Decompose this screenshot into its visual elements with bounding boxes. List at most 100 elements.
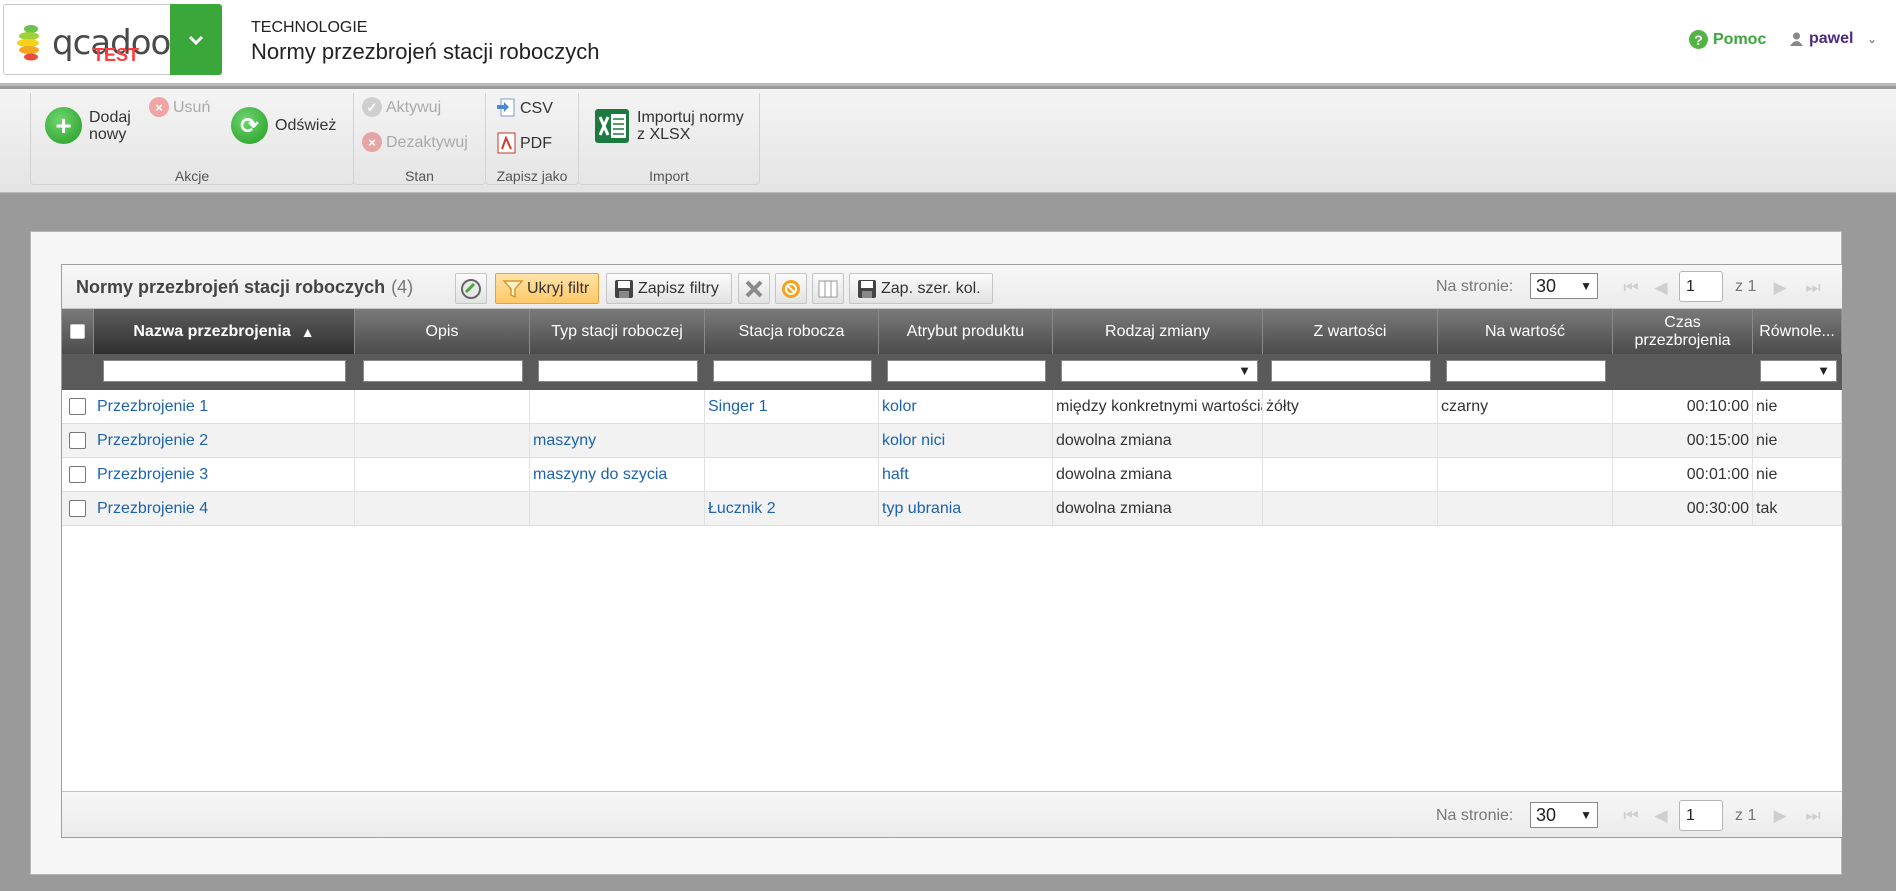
activate-button[interactable]: ✓ Aktywuj bbox=[362, 97, 441, 117]
col-header-description[interactable]: Opis bbox=[355, 309, 530, 354]
row-checkbox[interactable] bbox=[69, 500, 86, 517]
grid-footer: Na stronie: 30 ▼ ⏮ ◀ 1 z 1 ▶ ⏭ bbox=[62, 791, 1842, 837]
col-header-product-attribute[interactable]: Atrybut produktu bbox=[879, 309, 1053, 354]
filter-name-input[interactable] bbox=[103, 360, 346, 382]
grid-header-row: Nazwa przezbrojenia ▲ Opis Typ stacji ro… bbox=[62, 309, 1842, 354]
cell-name[interactable]: Przezbrojenie 2 bbox=[94, 424, 355, 458]
ribbon-group-label-actions: Akcje bbox=[174, 168, 210, 184]
filter-workstation-type-input[interactable] bbox=[538, 360, 698, 382]
cell-product-attribute[interactable]: kolor nici bbox=[879, 424, 1053, 458]
user-menu[interactable]: pawel ⌄ bbox=[1790, 30, 1877, 48]
eye-check-icon bbox=[461, 278, 481, 299]
save-column-width-button[interactable]: Zap. szer. kol. bbox=[849, 273, 993, 304]
table-row[interactable]: Przezbrojenie 4 Łucznik 2 typ ubrania do… bbox=[62, 492, 1842, 526]
main-menu-toggle[interactable] bbox=[170, 4, 222, 75]
last-page-icon[interactable]: ⏭ bbox=[1802, 277, 1824, 299]
last-page-icon[interactable]: ⏭ bbox=[1802, 805, 1824, 827]
cell-workstation[interactable]: Łucznik 2 bbox=[705, 492, 879, 526]
filter-change-type-select[interactable]: ▼ bbox=[1061, 360, 1258, 382]
prev-page-icon[interactable]: ◀ bbox=[1650, 805, 1672, 827]
cell-workstation-type[interactable]: maszyny do szycia bbox=[530, 458, 705, 492]
grid-title: Normy przezbrojeń stacji roboczych (4) bbox=[76, 277, 413, 298]
cell-change-type: dowolna zmiana bbox=[1053, 424, 1263, 458]
page-number-input[interactable]: 1 bbox=[1679, 271, 1723, 302]
first-page-icon[interactable]: ⏮ bbox=[1620, 277, 1642, 299]
col-header-name[interactable]: Nazwa przezbrojenia ▲ bbox=[94, 309, 355, 354]
cell-product-attribute[interactable]: kolor bbox=[879, 390, 1053, 424]
next-page-icon[interactable]: ▶ bbox=[1769, 277, 1791, 299]
next-page-icon[interactable]: ▶ bbox=[1769, 805, 1791, 827]
reset-button[interactable] bbox=[775, 273, 807, 304]
app-logo[interactable]: qcadoo TEST bbox=[3, 4, 171, 75]
col-header-workstation[interactable]: Stacja robocza bbox=[705, 309, 879, 354]
page-title: Normy przezbrojeń stacji roboczych bbox=[251, 39, 600, 64]
col-header-to-value[interactable]: Na wartość bbox=[1438, 309, 1613, 354]
pdf-file-icon bbox=[497, 132, 516, 154]
cell-name[interactable]: Przezbrojenie 4 bbox=[94, 492, 355, 526]
hide-filter-button[interactable]: Ukryj filtr bbox=[495, 273, 599, 304]
toggle-active-button[interactable] bbox=[455, 273, 487, 304]
cell-changeover-time: 00:10:00 bbox=[1613, 390, 1753, 424]
user-name: pawel bbox=[1809, 30, 1854, 47]
cell-to-value bbox=[1438, 458, 1613, 492]
table-row[interactable]: Przezbrojenie 3 maszyny do szycia haft d… bbox=[62, 458, 1842, 492]
export-csv-button[interactable]: CSV bbox=[496, 97, 553, 119]
per-page-select[interactable]: 30 ▼ bbox=[1530, 273, 1598, 299]
cell-workstation[interactable]: Singer 1 bbox=[705, 390, 879, 424]
delete-button[interactable]: × Usuń bbox=[149, 97, 210, 117]
per-page-select[interactable]: 30 ▼ bbox=[1530, 802, 1598, 828]
table-row[interactable]: Przezbrojenie 2 maszyny kolor nici dowol… bbox=[62, 424, 1842, 458]
col-header-change-type[interactable]: Rodzaj zmiany bbox=[1053, 309, 1263, 354]
chevron-down-icon: ⌄ bbox=[1867, 33, 1877, 46]
import-xlsx-button[interactable]: Importuj normy z XLSX bbox=[593, 107, 744, 145]
refresh-button[interactable]: ⟳ Odśwież bbox=[231, 107, 336, 144]
filter-to-value-input[interactable] bbox=[1446, 360, 1606, 382]
col-header-from-value[interactable]: Z wartości bbox=[1263, 309, 1438, 354]
cell-workstation[interactable] bbox=[705, 424, 879, 458]
filter-workstation-input[interactable] bbox=[713, 360, 872, 382]
cell-product-attribute[interactable]: typ ubrania bbox=[879, 492, 1053, 526]
cell-name[interactable]: Przezbrojenie 3 bbox=[94, 458, 355, 492]
columns-icon bbox=[818, 280, 838, 297]
table-row[interactable]: Przezbrojenie 1 Singer 1 kolor między ko… bbox=[62, 390, 1842, 424]
clear-filters-button[interactable] bbox=[738, 273, 770, 304]
activate-label: Aktywuj bbox=[386, 98, 442, 116]
cell-workstation-type[interactable]: maszyny bbox=[530, 424, 705, 458]
cell-name[interactable]: Przezbrojenie 1 bbox=[94, 390, 355, 424]
col-header-workstation-type[interactable]: Typ stacji roboczej bbox=[530, 309, 705, 354]
export-pdf-button[interactable]: PDF bbox=[496, 132, 552, 154]
col-header-parallel[interactable]: Równole... bbox=[1753, 309, 1842, 354]
filter-from-value-input[interactable] bbox=[1271, 360, 1431, 382]
select-all-checkbox[interactable] bbox=[70, 324, 85, 339]
reset-icon bbox=[782, 279, 800, 298]
sort-asc-icon: ▲ bbox=[300, 323, 315, 340]
col-header-changeover-time[interactable]: Czas przezbrojenia bbox=[1613, 309, 1753, 354]
cell-workstation-type[interactable] bbox=[530, 390, 705, 424]
cell-workstation-type[interactable] bbox=[530, 492, 705, 526]
deactivate-button[interactable]: × Dezaktywuj bbox=[362, 132, 468, 152]
row-checkbox[interactable] bbox=[69, 466, 86, 483]
first-page-icon[interactable]: ⏮ bbox=[1620, 805, 1642, 827]
help-link[interactable]: ? Pomoc bbox=[1689, 30, 1766, 49]
row-checkbox[interactable] bbox=[69, 432, 86, 449]
cell-product-attribute[interactable]: haft bbox=[879, 458, 1053, 492]
cell-description bbox=[355, 492, 530, 526]
add-new-button[interactable]: + Dodaj nowy bbox=[45, 107, 131, 144]
columns-button[interactable] bbox=[812, 273, 844, 304]
filter-product-attribute-input[interactable] bbox=[887, 360, 1046, 382]
top-header: qcadoo TEST TECHNOLOGIE Normy przezbroje… bbox=[0, 0, 1896, 86]
save-filters-button[interactable]: Zapisz filtry bbox=[606, 273, 732, 304]
cell-change-type: dowolna zmiana bbox=[1053, 492, 1263, 526]
prev-page-icon[interactable]: ◀ bbox=[1650, 277, 1672, 299]
page-number-input[interactable]: 1 bbox=[1679, 800, 1723, 831]
help-icon: ? bbox=[1689, 30, 1708, 49]
filter-parallel-select[interactable]: ▼ bbox=[1760, 360, 1837, 382]
plus-icon: + bbox=[45, 107, 82, 144]
cell-workstation[interactable] bbox=[705, 458, 879, 492]
row-checkbox[interactable] bbox=[69, 398, 86, 415]
add-new-label-1: Dodaj bbox=[89, 108, 131, 126]
delete-icon: × bbox=[149, 97, 169, 117]
filter-description-input[interactable] bbox=[363, 360, 523, 382]
cell-from-value bbox=[1263, 458, 1438, 492]
cell-change-type: dowolna zmiana bbox=[1053, 458, 1263, 492]
